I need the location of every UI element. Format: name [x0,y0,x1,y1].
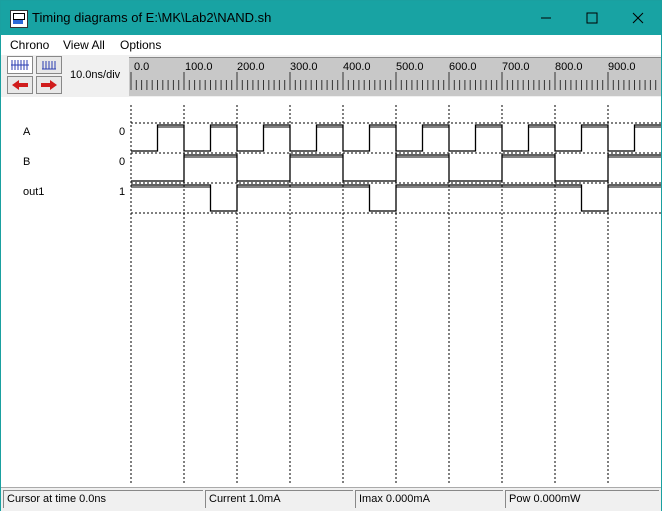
timing-window: Timing diagrams of E:\MK\Lab2\NAND.sh Ch… [0,0,662,511]
ruler-label: 500.0 [396,61,424,73]
time-ruler[interactable]: 0.0 100.0 200.0 300.0 400.0 500.0 600.0 … [129,57,661,96]
minimize-button[interactable] [523,1,569,35]
status-current: Current 1.0mA [205,490,353,508]
ruler-label: 400.0 [343,61,371,73]
maximize-button[interactable] [569,1,615,35]
ruler-label: 900.0 [608,61,636,73]
title-bar[interactable]: Timing diagrams of E:\MK\Lab2\NAND.sh [1,1,661,35]
signal-name-a[interactable]: A [23,126,30,138]
status-cursor-time: Cursor at time 0.0ns [3,490,203,508]
zoom-out-button[interactable] [36,56,62,74]
scroll-left-button[interactable] [7,76,33,94]
ruler-label: 700.0 [502,61,530,73]
waveform-b [131,154,661,182]
signal-value-b: 0 [119,156,126,168]
zoom-in-button[interactable] [7,56,33,74]
minimize-icon [541,17,551,19]
window-title: Timing diagrams of E:\MK\Lab2\NAND.sh [32,10,272,25]
scroll-right-button[interactable] [36,76,62,94]
close-button[interactable] [615,1,661,35]
ruler-label: 0.0 [134,61,150,73]
status-bar: Cursor at time 0.0ns Current 1.0mA Imax … [1,487,661,511]
ruler-label: 800.0 [555,61,583,73]
menu-bar: Chrono View All Options [1,35,661,55]
timing-app-icon [10,10,28,28]
waveform-area[interactable]: A 0 B 0 out1 1 [1,97,661,487]
menu-view-all[interactable]: View All [63,38,105,52]
menu-chrono[interactable]: Chrono [10,38,49,52]
zoom-in-icon [11,60,29,70]
ruler-label: 600.0 [449,61,477,73]
signal-value-out1: 1 [119,186,126,198]
status-imax: Imax 0.000mA [355,490,503,508]
close-icon [632,12,644,24]
signal-name-out1[interactable]: out1 [23,186,44,198]
ruler-label: 300.0 [290,61,318,73]
maximize-icon [586,12,598,24]
signal-name-b[interactable]: B [23,156,30,168]
waveform-out1 [131,184,661,212]
signal-value-a: 0 [119,126,126,138]
arrow-left-icon [12,80,28,90]
status-power: Pow 0.000mW [505,490,659,508]
ruler-label: 100.0 [185,61,213,73]
waveform-canvas [130,105,661,485]
waveform-a [131,124,661,152]
ruler-label: 200.0 [237,61,265,73]
zoom-out-icon [42,61,56,70]
menu-options[interactable]: Options [120,38,161,52]
time-scale-label: 10.0ns/div [70,69,121,81]
arrow-right-icon [41,80,57,90]
